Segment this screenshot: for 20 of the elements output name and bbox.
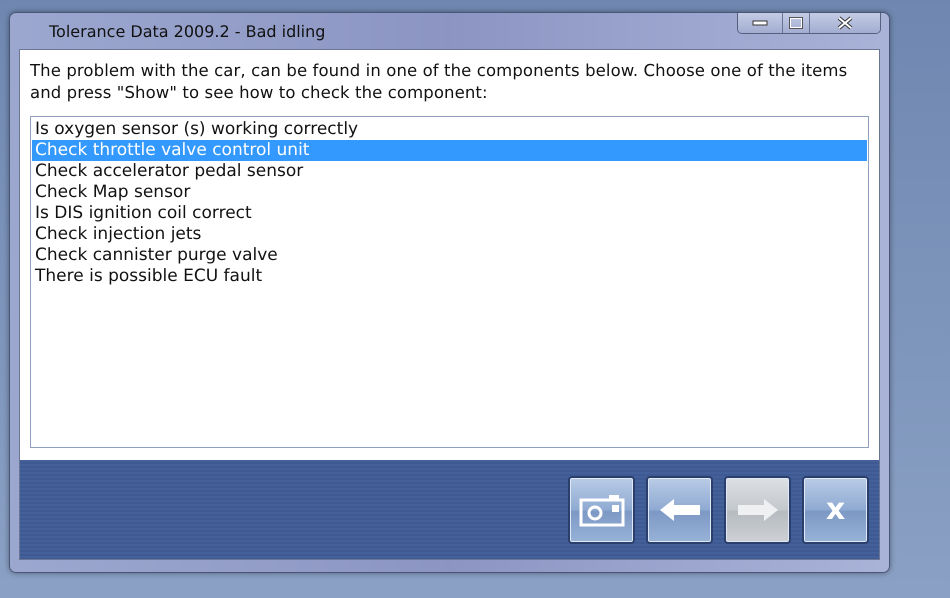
instruction-text: The problem with the car, can be found in one of the components below. Choose one of the items and press "Show" to see how to check the component: <box>30 60 848 104</box>
left-arrow-icon <box>658 496 702 522</box>
snapshot-button[interactable] <box>568 476 635 544</box>
list-item[interactable]: Check Map sensor <box>32 182 867 203</box>
list-item[interactable]: Check injection jets <box>32 224 867 245</box>
back-button[interactable] <box>646 476 713 544</box>
minimize-button[interactable] <box>738 13 782 33</box>
maximize-icon <box>789 17 803 29</box>
list-item[interactable]: Check cannister purge valve <box>32 245 867 266</box>
maximize-button[interactable] <box>782 13 809 33</box>
close-icon <box>836 16 854 30</box>
list-item[interactable]: There is possible ECU fault <box>32 266 867 287</box>
list-item[interactable]: Is DIS ignition coil correct <box>32 203 867 224</box>
list-item[interactable]: Is oxygen sensor (s) working correctly <box>32 119 867 140</box>
window-title: Tolerance Data 2009.2 - Bad idling <box>48 22 326 40</box>
list-item[interactable]: Check accelerator pedal sensor <box>32 161 867 182</box>
camera-icon <box>578 492 624 526</box>
right-arrow-icon <box>736 496 780 522</box>
minimize-icon <box>752 20 768 26</box>
window-close-button[interactable] <box>809 13 880 33</box>
